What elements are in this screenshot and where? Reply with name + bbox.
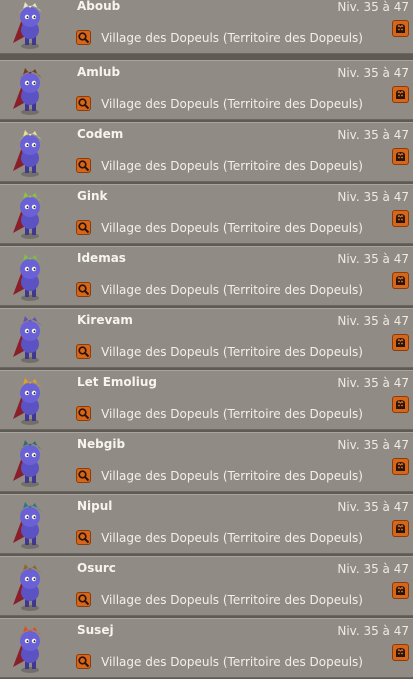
location-text: Village des Dopeuls (Territoire des Dope… <box>101 158 363 173</box>
location-text: Village des Dopeuls (Territoire des Dope… <box>101 344 363 359</box>
monster-name: Gink <box>77 189 108 203</box>
location: Village des Dopeuls (Territoire des Dope… <box>76 217 363 235</box>
fight-icon[interactable] <box>392 520 409 537</box>
location-text: Village des Dopeuls (Territoire des Dope… <box>101 468 363 483</box>
level-range: Niv. 35 à 47 <box>337 66 409 80</box>
list-item[interactable]: Amlub Niv. 35 à 47 Village des Dopeuls (… <box>0 60 413 120</box>
location: Village des Dopeuls (Territoire des Dope… <box>76 465 363 483</box>
fight-icon[interactable] <box>392 20 409 37</box>
monster-avatar <box>8 561 56 613</box>
monster-avatar <box>8 251 56 303</box>
list-item[interactable]: Idemas Niv. 35 à 47 Village des Dopeuls … <box>0 246 413 306</box>
monster-avatar <box>8 499 56 551</box>
monster-avatar <box>8 65 56 117</box>
monster-avatar <box>8 623 56 675</box>
magnifier-icon[interactable] <box>76 30 91 45</box>
level-range: Niv. 35 à 47 <box>337 376 409 390</box>
monster-name: Let Emoliug <box>77 375 158 389</box>
monster-name: Amlub <box>77 65 121 79</box>
list-item[interactable]: Let Emoliug Niv. 35 à 47 Village des Dop… <box>0 370 413 430</box>
fight-icon[interactable] <box>392 334 409 351</box>
fight-icon[interactable] <box>392 86 409 103</box>
location-text: Village des Dopeuls (Territoire des Dope… <box>101 406 363 421</box>
fight-icon[interactable] <box>392 148 409 165</box>
location: Village des Dopeuls (Territoire des Dope… <box>76 279 363 297</box>
level-range: Niv. 35 à 47 <box>337 314 409 328</box>
magnifier-icon[interactable] <box>76 592 91 607</box>
magnifier-icon[interactable] <box>76 282 91 297</box>
list-item[interactable]: Osurc Niv. 35 à 47 Village des Dopeuls (… <box>0 556 413 616</box>
fight-icon[interactable] <box>392 582 409 599</box>
list-item[interactable]: Nipul Niv. 35 à 47 Village des Dopeuls (… <box>0 494 413 554</box>
location: Village des Dopeuls (Territoire des Dope… <box>76 93 363 111</box>
location: Village des Dopeuls (Territoire des Dope… <box>76 341 363 359</box>
location: Village des Dopeuls (Territoire des Dope… <box>76 589 363 607</box>
fight-icon[interactable] <box>392 396 409 413</box>
location-text: Village des Dopeuls (Territoire des Dope… <box>101 30 363 45</box>
monster-name: Susej <box>77 623 114 637</box>
monster-name: Codem <box>77 127 124 141</box>
magnifier-icon[interactable] <box>76 344 91 359</box>
location: Village des Dopeuls (Territoire des Dope… <box>76 403 363 421</box>
monster-list: Aboub Niv. 35 à 47 Village des Dopeuls (… <box>0 0 413 679</box>
magnifier-icon[interactable] <box>76 158 91 173</box>
list-item[interactable]: Susej Niv. 35 à 47 Village des Dopeuls (… <box>0 618 413 678</box>
fight-icon[interactable] <box>392 210 409 227</box>
location: Village des Dopeuls (Territoire des Dope… <box>76 155 363 173</box>
location-text: Village des Dopeuls (Territoire des Dope… <box>101 96 363 111</box>
level-range: Niv. 35 à 47 <box>337 0 409 14</box>
monster-avatar <box>8 437 56 489</box>
location-text: Village des Dopeuls (Territoire des Dope… <box>101 220 363 235</box>
level-range: Niv. 35 à 47 <box>337 128 409 142</box>
monster-avatar <box>8 375 56 427</box>
list-item[interactable]: Gink Niv. 35 à 47 Village des Dopeuls (T… <box>0 184 413 244</box>
level-range: Niv. 35 à 47 <box>337 190 409 204</box>
monster-name: Idemas <box>77 251 126 265</box>
monster-avatar <box>8 127 56 179</box>
magnifier-icon[interactable] <box>76 220 91 235</box>
magnifier-icon[interactable] <box>76 468 91 483</box>
monster-avatar <box>8 0 56 51</box>
list-item[interactable]: Nebgib Niv. 35 à 47 Village des Dopeuls … <box>0 432 413 492</box>
fight-icon[interactable] <box>392 458 409 475</box>
location: Village des Dopeuls (Territoire des Dope… <box>76 651 363 669</box>
location-text: Village des Dopeuls (Territoire des Dope… <box>101 530 363 545</box>
monster-avatar <box>8 189 56 241</box>
fight-icon[interactable] <box>392 644 409 661</box>
location-text: Village des Dopeuls (Territoire des Dope… <box>101 592 363 607</box>
level-range: Niv. 35 à 47 <box>337 252 409 266</box>
monster-name: Nebgib <box>77 437 126 451</box>
list-item[interactable]: Kirevam Niv. 35 à 47 Village des Dopeuls… <box>0 308 413 368</box>
list-item[interactable]: Aboub Niv. 35 à 47 Village des Dopeuls (… <box>0 0 413 54</box>
level-range: Niv. 35 à 47 <box>337 500 409 514</box>
location: Village des Dopeuls (Territoire des Dope… <box>76 527 363 545</box>
list-item[interactable]: Codem Niv. 35 à 47 Village des Dopeuls (… <box>0 122 413 182</box>
magnifier-icon[interactable] <box>76 530 91 545</box>
magnifier-icon[interactable] <box>76 406 91 421</box>
level-range: Niv. 35 à 47 <box>337 562 409 576</box>
level-range: Niv. 35 à 47 <box>337 438 409 452</box>
location-text: Village des Dopeuls (Territoire des Dope… <box>101 654 363 669</box>
monster-name: Aboub <box>77 0 121 13</box>
magnifier-icon[interactable] <box>76 654 91 669</box>
magnifier-icon[interactable] <box>76 96 91 111</box>
monster-name: Kirevam <box>77 313 133 327</box>
level-range: Niv. 35 à 47 <box>337 624 409 638</box>
monster-name: Nipul <box>77 499 113 513</box>
location-text: Village des Dopeuls (Territoire des Dope… <box>101 282 363 297</box>
monster-avatar <box>8 313 56 365</box>
location: Village des Dopeuls (Territoire des Dope… <box>76 27 363 45</box>
fight-icon[interactable] <box>392 272 409 289</box>
monster-name: Osurc <box>77 561 116 575</box>
